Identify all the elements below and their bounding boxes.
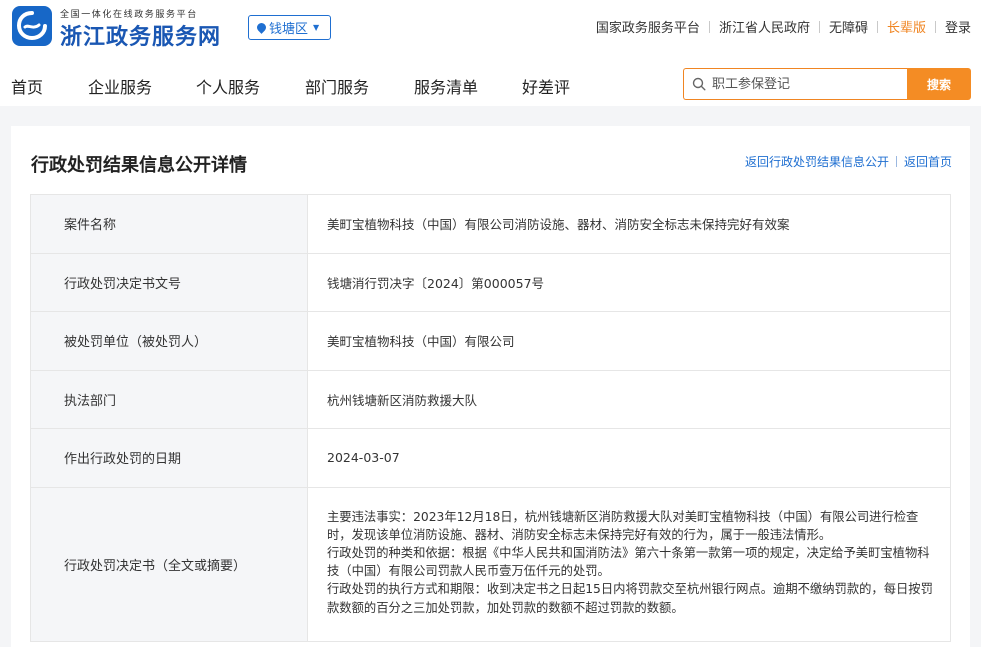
brand-title[interactable]: 浙江政务服务网 (60, 19, 221, 51)
row-value: 2024-03-07 (327, 450, 400, 466)
link-national-platform[interactable]: 国家政务服务平台 (596, 17, 700, 36)
nav-evaluation[interactable]: 好差评 (522, 74, 570, 98)
detail-card: 行政处罚结果信息公开详情 返回行政处罚结果信息公开 返回首页 案件名称 美町宝植… (11, 126, 970, 647)
search-input[interactable] (712, 76, 902, 92)
nav-personal-services[interactable]: 个人服务 (196, 74, 260, 98)
link-accessibility[interactable]: 无障碍 (829, 17, 868, 36)
back-to-home-link[interactable]: 返回首页 (904, 153, 952, 170)
table-row: 行政处罚决定书文号 钱塘消行罚决字〔2024〕第000057号 (31, 253, 950, 312)
decision-paragraph: 行政处罚的种类和依据：根据《中华人民共和国消防法》第六十条第一款第一项的规定，决… (327, 545, 930, 579)
table-row: 执法部门 杭州钱塘新区消防救援大队 (31, 370, 950, 429)
decision-paragraph: 主要违法事实：2023年12月18日，杭州钱塘新区消防救援大队对美町宝植物科技（… (327, 509, 919, 542)
search-button[interactable]: 搜索 (907, 68, 971, 100)
table-row: 案件名称 美町宝植物科技（中国）有限公司消防设施、器材、消防安全标志未保持完好有… (31, 195, 950, 254)
region-label: 钱塘区 (269, 22, 309, 37)
divider (934, 20, 936, 33)
row-value: 美町宝植物科技（中国）有限公司 (327, 334, 515, 350)
logo-icon[interactable] (12, 6, 52, 46)
top-header: 全国一体化在线政务服务平台 浙江政务服务网 钱塘区 ▼ 国家政务服务平台 浙江省… (0, 0, 981, 54)
table-row: 被处罚单位（被处罚人） 美町宝植物科技（中国）有限公司 (31, 312, 950, 371)
search-icon (692, 77, 706, 91)
table-row: 作出行政处罚的日期 2024-03-07 (31, 429, 950, 488)
divider (895, 156, 897, 167)
nav-home[interactable]: 首页 (11, 74, 43, 98)
row-label: 作出行政处罚的日期 (31, 429, 308, 487)
row-label: 执法部门 (31, 370, 308, 428)
caret-down-icon: ▼ (313, 23, 320, 32)
location-pin-icon (255, 21, 268, 34)
decision-text: 主要违法事实：2023年12月18日，杭州钱塘新区消防救援大队对美町宝植物科技（… (308, 488, 950, 641)
decision-paragraph: 行政处罚的执行方式和期限：收到决定书之日起15日内将罚款交至杭州银行网点。逾期不… (327, 582, 933, 615)
link-provincial-government[interactable]: 浙江省人民政府 (719, 17, 810, 36)
region-selector[interactable]: 钱塘区 ▼ (248, 15, 331, 40)
login-link[interactable]: 登录 (945, 17, 971, 36)
search-box (683, 68, 907, 100)
back-links: 返回行政处罚结果信息公开 返回首页 (745, 153, 952, 170)
divider (876, 20, 878, 33)
table-row-decision: 行政处罚决定书（全文或摘要） 主要违法事实：2023年12月18日，杭州钱塘新区… (31, 487, 950, 642)
row-label: 行政处罚决定书文号 (31, 253, 308, 311)
row-label: 被处罚单位（被处罚人） (31, 312, 308, 370)
back-to-list-link[interactable]: 返回行政处罚结果信息公开 (745, 153, 889, 170)
top-links: 国家政务服务平台 浙江省人民政府 无障碍 长辈版 登录 (596, 17, 971, 36)
page-title: 行政处罚结果信息公开详情 (31, 155, 247, 176)
row-value: 美町宝植物科技（中国）有限公司消防设施、器材、消防安全标志未保持完好有效案 (327, 217, 790, 233)
nav-department-services[interactable]: 部门服务 (305, 74, 369, 98)
row-label: 案件名称 (31, 195, 308, 253)
nav-business-services[interactable]: 企业服务 (88, 74, 152, 98)
detail-table: 案件名称 美町宝植物科技（中国）有限公司消防设施、器材、消防安全标志未保持完好有… (30, 194, 951, 642)
row-value: 钱塘消行罚决字〔2024〕第000057号 (327, 275, 545, 291)
search-bar: 搜索 (683, 68, 971, 100)
row-label: 行政处罚决定书（全文或摘要） (31, 487, 308, 641)
link-elder-mode[interactable]: 长辈版 (887, 17, 926, 36)
row-value: 杭州钱塘新区消防救援大队 (327, 392, 478, 408)
divider (818, 20, 820, 33)
main-nav: 首页 企业服务 个人服务 部门服务 服务清单 好差评 搜索 (0, 54, 981, 106)
divider (708, 20, 710, 33)
nav-service-list[interactable]: 服务清单 (414, 74, 478, 98)
